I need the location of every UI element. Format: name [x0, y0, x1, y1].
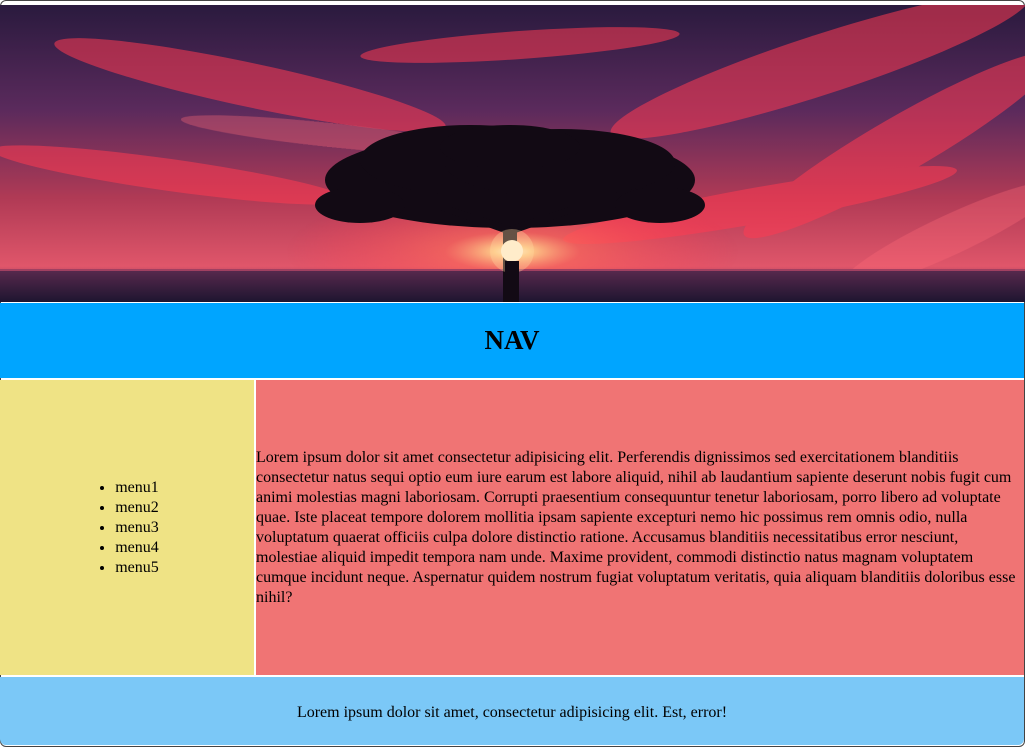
- footer: Lorem ipsum dolor sit amet, consectetur …: [0, 677, 1024, 745]
- sidebar: menu1 menu2 menu3 menu4 menu5: [0, 380, 254, 675]
- main-paragraph: Lorem ipsum dolor sit amet consectetur a…: [256, 448, 1016, 606]
- footer-text: Lorem ipsum dolor sit amet, consectetur …: [296, 704, 728, 721]
- page-frame: NAV menu1 menu2 menu3 menu4 menu5 Lorem …: [0, 0, 1025, 747]
- nav-title: NAV: [484, 325, 540, 355]
- sidebar-item-menu1[interactable]: menu1: [115, 478, 159, 498]
- sidebar-item-menu3[interactable]: menu3: [115, 518, 159, 538]
- sidebar-item-menu2[interactable]: menu2: [115, 498, 159, 518]
- main-content: Lorem ipsum dolor sit amet consectetur a…: [256, 380, 1024, 675]
- sidebar-menu-list: menu1 menu2 menu3 menu4 menu5: [95, 478, 159, 578]
- sidebar-item-menu4[interactable]: menu4: [115, 538, 159, 558]
- sunset-tree-image: [0, 5, 1025, 302]
- header-banner-image: [0, 5, 1025, 302]
- nav-bar: NAV: [0, 303, 1024, 378]
- sidebar-item-menu5[interactable]: menu5: [115, 558, 159, 578]
